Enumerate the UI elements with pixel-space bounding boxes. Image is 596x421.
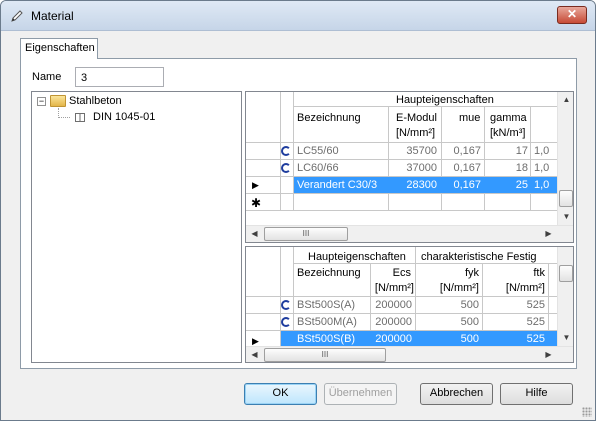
folder-icon [50,95,66,107]
name-input[interactable] [75,67,164,87]
horizontal-scrollbar[interactable]: ◀ III ▶ [246,225,573,242]
name-label: Name [32,71,62,83]
window-title: Material [31,9,74,23]
material-dialog: Material ✕ Eigenschaften Name − Stahlbet… [0,0,596,421]
column-header-ftk-unit: [N/mm²] [505,282,545,294]
material-tree[interactable]: − Stahlbeton DIN 1045-01 [31,91,242,363]
tree-item-label: Stahlbeton [69,95,122,107]
group-header-haupteigenschaften: Haupteigenschaften [308,251,406,263]
group-header-charakteristische: charakteristische Festig [421,251,537,263]
reference-icon [281,317,291,327]
scroll-thumb[interactable]: III [264,227,348,241]
cancel-button[interactable]: Abbrechen [420,383,493,405]
tab-eigenschaften[interactable]: Eigenschaften [20,38,98,59]
column-header-e-modul[interactable]: E-Modul [396,112,437,124]
scroll-down-arrow: ▼ [562,212,571,221]
column-header-mue[interactable]: mue [459,112,480,124]
column-header-bezeichnung[interactable]: Bezeichnung [297,267,361,279]
column-header-fyk-unit: [N/mm²] [439,282,479,294]
column-header-gamma-unit: [kN/m³] [490,127,526,139]
tree-item-stahlbeton[interactable]: − Stahlbeton [37,93,122,109]
scroll-down-arrow: ▼ [562,333,571,342]
title-bar: Material ✕ [1,1,595,31]
reference-icon [281,300,291,310]
current-row-marker: ▶ [252,180,259,190]
group-header-haupteigenschaften: Haupteigenschaften [396,94,494,106]
horizontal-scrollbar[interactable]: ◀ III ▶ [246,346,573,362]
tree-item-din-1045-01[interactable]: DIN 1045-01 [75,109,155,125]
vertical-scrollbar[interactable]: ▼ [557,247,573,347]
pencil-icon [11,10,23,22]
properties-grid-top[interactable]: Haupteigenschaften Bezeichnung E-Modul [… [245,91,574,243]
ok-button[interactable]: OK [244,383,317,405]
apply-button[interactable]: Übernehmen [324,383,397,405]
scroll-left-arrow: ◀ [251,229,258,238]
tree-item-label: DIN 1045-01 [93,111,156,123]
help-button[interactable]: Hilfe [500,383,573,405]
scroll-thumb[interactable] [559,265,573,282]
column-header-e-modul-unit: [N/mm²] [396,127,436,139]
scroll-thumb[interactable]: III [264,348,386,362]
scroll-thumb[interactable] [559,190,573,207]
scroll-right-arrow: ▶ [545,229,552,238]
scroll-up-arrow: ▲ [562,95,571,104]
reference-icon [281,146,291,156]
collapse-toggle[interactable]: − [37,96,46,106]
scroll-right-arrow: ▶ [545,350,552,359]
resize-grip[interactable] [582,407,592,417]
table-icon [75,112,85,122]
column-header-bezeichnung[interactable]: Bezeichnung [297,112,361,124]
column-header-ecs[interactable]: Ecs [371,267,411,279]
column-header-ftk[interactable]: ftk [483,267,545,279]
vertical-scrollbar[interactable]: ▲ ▼ [557,92,573,225]
new-row-marker[interactable]: ✱ [251,196,261,210]
close-icon: ✕ [566,7,578,21]
column-header-gamma[interactable]: gamma [490,112,527,124]
reference-icon [281,163,291,173]
scroll-left-arrow: ◀ [251,350,258,359]
column-header-ecs-unit: [N/mm²] [374,282,414,294]
column-header-fyk[interactable]: fyk [416,267,479,279]
properties-grid-bottom[interactable]: Haupteigenschaften charakteristische Fes… [245,246,574,363]
close-button[interactable]: ✕ [557,6,587,24]
